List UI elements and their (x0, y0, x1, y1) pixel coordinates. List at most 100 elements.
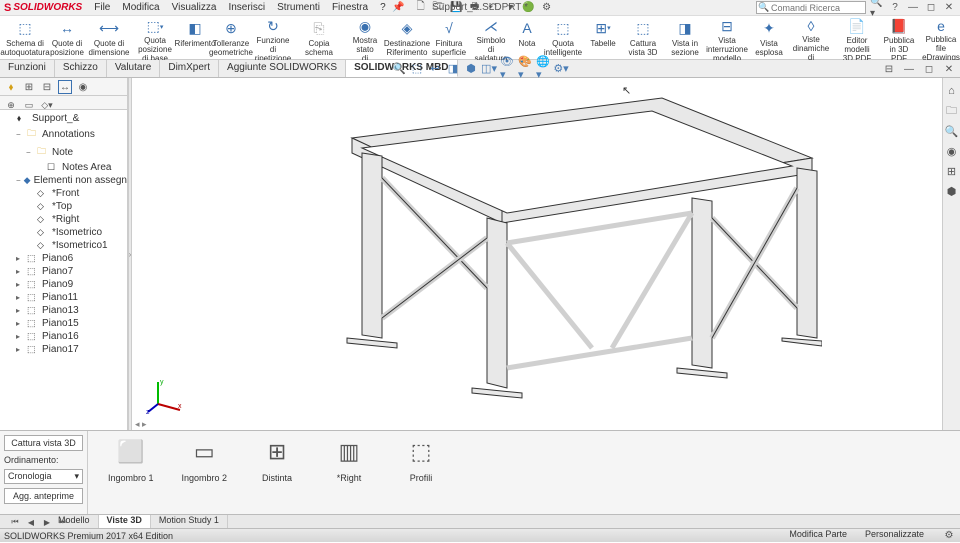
tree--front[interactable]: ◇*Front (0, 187, 127, 200)
close-icon[interactable]: ✕ (942, 1, 956, 15)
ribbon-vista-in[interactable]: ◨Vista insezione (664, 18, 706, 57)
btab-prev-icon[interactable]: ◀ (24, 515, 38, 529)
ribbon-copia[interactable]: ⎘Copiaschema (298, 18, 340, 57)
thumb-ingombro-2[interactable]: ▭Ingombro 2 (182, 437, 228, 508)
zoom-fit-icon[interactable]: 🔍 (392, 61, 406, 75)
sort-dropdown[interactable]: Cronologia▾ (4, 469, 83, 484)
btab-next-icon[interactable]: ▶ (40, 515, 54, 529)
capture-3d-view-button[interactable]: Cattura vista 3D (4, 435, 83, 451)
feature-tree-icon[interactable]: ⬧ (4, 80, 18, 94)
btab-viste-3d[interactable]: Viste 3D (99, 515, 151, 528)
tree-piano16[interactable]: ▸⬚Piano16 (0, 330, 127, 343)
taskpane-home-icon[interactable]: ⌂ (945, 84, 959, 98)
expander-icon[interactable]: ▸ (16, 280, 24, 289)
doc-min-icon[interactable]: — (902, 62, 916, 76)
menu-help[interactable]: ? (374, 2, 392, 13)
tree-piano6[interactable]: ▸⬚Piano6 (0, 252, 127, 265)
pin-icon[interactable]: 📌 (392, 1, 406, 15)
menu-visualizza[interactable]: Visualizza (166, 2, 223, 13)
doc-max-icon[interactable]: ◻ (922, 62, 936, 76)
command-search[interactable]: 🔍 (756, 1, 866, 14)
tab-valutare[interactable]: Valutare (107, 60, 161, 77)
taskpane-appear-icon[interactable]: ◉ (945, 144, 959, 158)
tree-annotations[interactable]: −🗀Annotations (0, 125, 127, 143)
tree-piano13[interactable]: ▸⬚Piano13 (0, 304, 127, 317)
expander-icon[interactable]: ▸ (16, 345, 24, 354)
tab-funzioni[interactable]: Funzioni (0, 60, 55, 77)
ribbon-pubblica[interactable]: 📕Pubblicain 3D PDF (878, 18, 920, 57)
tree-piano7[interactable]: ▸⬚Piano7 (0, 265, 127, 278)
tab-dimxpert[interactable]: DimXpert (160, 60, 219, 77)
ribbon-tolleranze[interactable]: ⊕Tolleranzegeometriche (210, 18, 252, 57)
expander-icon[interactable]: ▸ (16, 267, 24, 276)
taskpane-forum-icon[interactable]: ⬢ (945, 184, 959, 198)
taskpane-view-icon[interactable]: 🔍 (945, 124, 959, 138)
ribbon-quote-di[interactable]: ⟷Quote didimensione (88, 18, 130, 57)
ribbon-vista[interactable]: ✦Vistaesplosa (748, 18, 790, 57)
thumb--right[interactable]: ▥*Right (327, 437, 371, 508)
scene-icon[interactable]: 🌐▾ (536, 61, 550, 75)
appearance-icon[interactable]: 🎨▾ (518, 61, 532, 75)
zoom-area-icon[interactable]: ⬚ (410, 61, 424, 75)
ribbon-quote-di[interactable]: ↔Quote diposizione (46, 18, 88, 57)
ribbon-finitura[interactable]: √Finiturasuperficie (428, 18, 470, 57)
ribbon-viste-dinamiche[interactable]: ◊Viste dinamichedi annotazioni (790, 18, 832, 57)
ribbon-quota-posizione-di-base[interactable]: ⬚▾Quota posizione di base (134, 18, 176, 57)
menu-finestra[interactable]: Finestra (326, 2, 374, 13)
minimize-icon[interactable]: — (906, 1, 920, 15)
menu-file[interactable]: File (88, 2, 116, 13)
ribbon-schema-di[interactable]: ⬚Schema diautoquotatura (4, 18, 46, 57)
expander-icon[interactable]: ▸ (16, 293, 24, 302)
view-orient-icon[interactable]: ⬢ (464, 61, 478, 75)
menu-inserisci[interactable]: Inserisci (222, 2, 271, 13)
tree-piano9[interactable]: ▸⬚Piano9 (0, 278, 127, 291)
expander-icon[interactable]: − (16, 176, 21, 185)
new-icon[interactable]: 🗋 (414, 1, 428, 15)
menu-modifica[interactable]: Modifica (116, 2, 165, 13)
status-units[interactable]: Personalizzate (865, 529, 924, 543)
btab-last-icon[interactable]: ⏭ (56, 515, 70, 529)
tree-notes-area[interactable]: ☐Notes Area (0, 161, 127, 174)
ribbon-tabelle[interactable]: ⊞▾Tabelle (588, 18, 618, 57)
menu-strumenti[interactable]: Strumenti (271, 2, 326, 13)
collapse-ribbon-icon[interactable]: ⊟ (882, 62, 896, 76)
prev-view-icon[interactable]: ↩ (428, 61, 442, 75)
property-mgr-icon[interactable]: ⊞ (22, 80, 36, 94)
feature-tree[interactable]: ⬧Support_&−🗀Annotations−🗀Note☐Notes Area… (0, 110, 127, 430)
display-mgr-icon[interactable]: ◉ (76, 80, 90, 94)
panel-resize-icon[interactable]: ◂ ▸ (132, 419, 150, 430)
tab-aggiunte-solidworks[interactable]: Aggiunte SOLIDWORKS (219, 60, 346, 77)
tree-note[interactable]: −🗀Note (0, 143, 127, 161)
viewport-3d[interactable]: ↖ (132, 78, 942, 430)
expander-icon[interactable]: − (16, 130, 24, 139)
hide-show-icon[interactable]: 👁▾ (500, 61, 514, 75)
tree--isometrico1[interactable]: ◇*Isometrico1 (0, 239, 127, 252)
status-gear-icon[interactable]: ⚙ (942, 529, 956, 543)
tree-support-schema2-[interactable]: ⬧Support_& (0, 112, 127, 125)
expander-icon[interactable]: − (26, 148, 34, 157)
ribbon-riferimento[interactable]: ◧Riferimento (180, 18, 210, 57)
tree--right[interactable]: ◇*Right (0, 213, 127, 226)
ribbon-quota[interactable]: ⬚Quotaintelligente (542, 18, 584, 57)
dimxpert-mgr-icon[interactable]: ↔ (58, 80, 72, 94)
view-settings-icon[interactable]: ⚙▾ (554, 61, 568, 75)
search-opts-icon[interactable]: 🔍▾ (870, 1, 884, 15)
taskpane-custom-icon[interactable]: ⊞ (945, 164, 959, 178)
ribbon-funzione-di[interactable]: ↻Funzione diripetizione (252, 18, 294, 57)
tree-elementi-non-assegnati[interactable]: −◆Elementi non assegnati (0, 174, 127, 187)
maximize-icon[interactable]: ◻ (924, 1, 938, 15)
tree--isometrico[interactable]: ◇*Isometrico (0, 226, 127, 239)
update-previews-button[interactable]: Agg. anteprime (4, 488, 83, 504)
btab-first-icon[interactable]: ⏮ (8, 515, 22, 529)
taskpane-lib-icon[interactable]: 🗀 (945, 104, 959, 118)
section-view-icon[interactable]: ◨ (446, 61, 460, 75)
thumb-profili[interactable]: ⬚Profili (399, 437, 443, 508)
expander-icon[interactable]: ▸ (16, 306, 24, 315)
ribbon-nota[interactable]: ANota (512, 18, 542, 57)
help-icon[interactable]: ? (888, 1, 902, 15)
ribbon-pubblica-file[interactable]: ePubblica fileeDrawings (920, 18, 960, 57)
btab-motion-study-1[interactable]: Motion Study 1 (151, 515, 228, 528)
tab-schizzo[interactable]: Schizzo (55, 60, 107, 77)
ribbon-vista-interruzione[interactable]: ⊟Vista interruzionemodello (706, 18, 748, 57)
thumb-distinta[interactable]: ⊞Distinta (255, 437, 299, 508)
